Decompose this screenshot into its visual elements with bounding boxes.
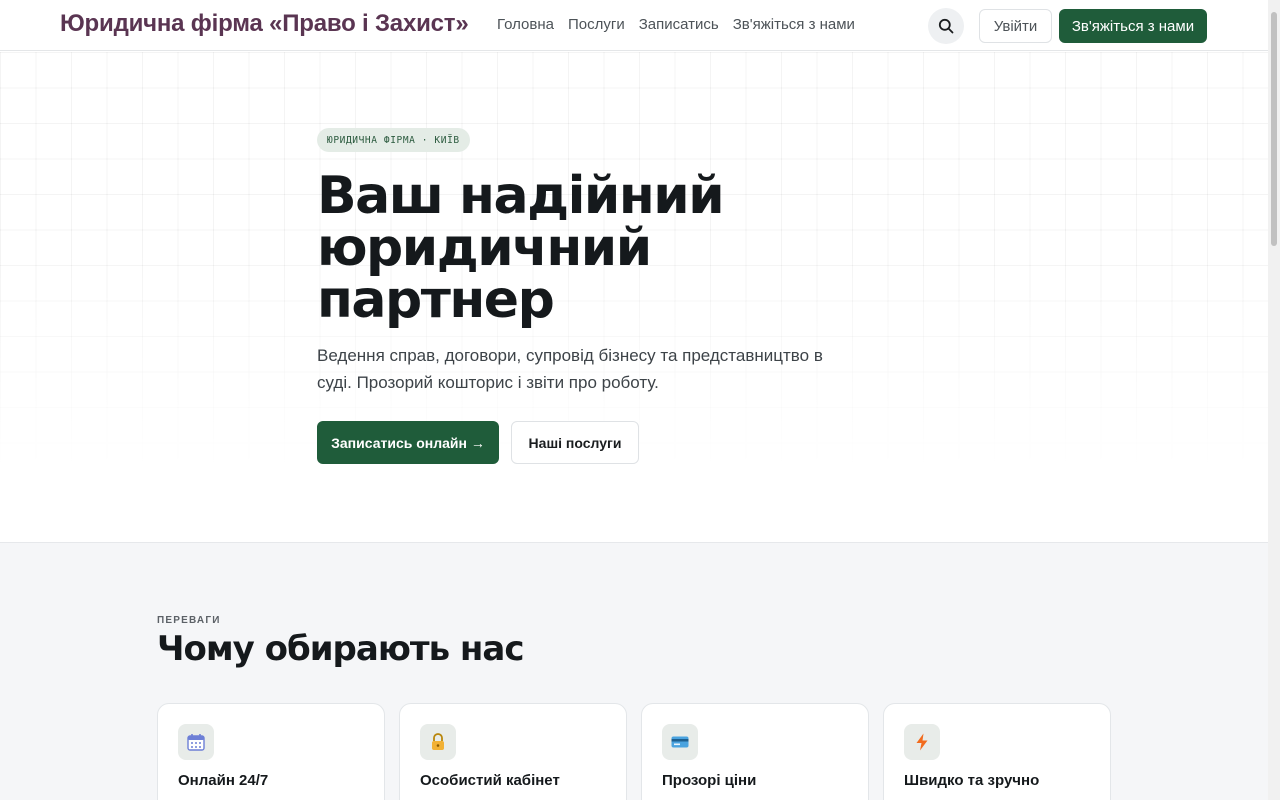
brand-title[interactable]: Юридична фірма «Право і Захист» <box>60 10 469 38</box>
hero-subtitle: Ведення справ, договори, супровід бізнес… <box>317 346 823 392</box>
site-header: Юридична фірма «Право і Захист» Головна … <box>0 0 1268 51</box>
features-eyebrow: ПЕРЕВАГИ <box>157 615 221 626</box>
hero-badge: ЮРИДИЧНА ФІРМА · КИЇВ <box>317 128 470 152</box>
features-section: ПЕРЕВАГИ Чому обирають нас Онлайн 24/7 О… <box>0 542 1268 800</box>
feature-card-online: Онлайн 24/7 <box>157 703 385 800</box>
nav-link-services[interactable]: Послуги <box>568 16 625 33</box>
feature-card-title: Прозорі ціни <box>662 772 757 789</box>
lightning-icon <box>904 724 940 760</box>
feature-card-cabinet: Особистий кабінет <box>399 703 627 800</box>
scrollbar-thumb[interactable] <box>1271 12 1277 246</box>
feature-card-title: Швидко та зручно <box>904 772 1040 789</box>
page-scrollbar[interactable] <box>1268 0 1280 800</box>
contact-button[interactable]: Зв'яжіться з нами <box>1059 9 1207 43</box>
main-nav: Головна Послуги Записатись Зв'яжіться з … <box>497 16 855 33</box>
nav-link-home[interactable]: Головна <box>497 16 554 33</box>
feature-card-title: Онлайн 24/7 <box>178 772 269 789</box>
credit-card-icon <box>662 724 698 760</box>
hero-section: ЮРИДИЧНА ФІРМА · КИЇВ Ваш надійний юриди… <box>0 52 1268 542</box>
feature-card-title: Особистий кабінет <box>420 772 560 789</box>
login-button[interactable]: Увійти <box>979 9 1052 43</box>
features-title: Чому обирають нас <box>157 629 525 669</box>
hero-title: Ваш надійний юридичний партнер <box>317 166 725 330</box>
nav-link-booking[interactable]: Записатись <box>639 16 719 33</box>
lock-icon <box>420 724 456 760</box>
nav-link-contact[interactable]: Зв'яжіться з нами <box>733 16 855 33</box>
feature-card-prices: Прозорі ціни <box>641 703 869 800</box>
search-icon <box>938 18 954 34</box>
calendar-icon <box>178 724 214 760</box>
search-button[interactable] <box>928 8 964 44</box>
feature-card-fast: Швидко та зручно <box>883 703 1111 800</box>
services-button[interactable]: Наші послуги <box>511 421 639 464</box>
book-online-button[interactable]: Записатись онлайн → <box>317 421 499 464</box>
